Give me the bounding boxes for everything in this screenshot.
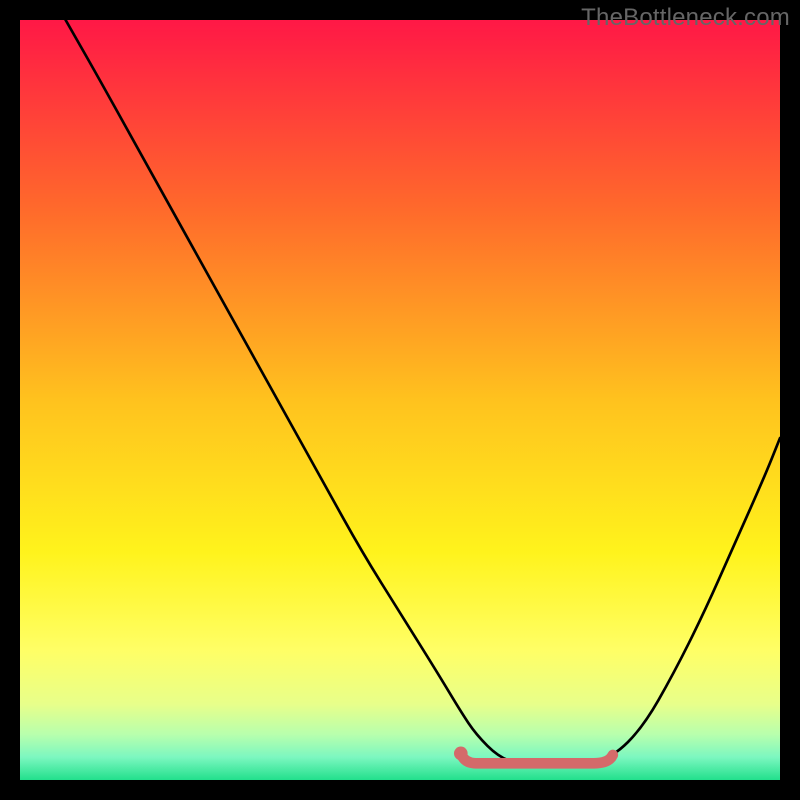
bottleneck-curve (66, 20, 780, 765)
sweet-spot-start-dot (454, 747, 468, 761)
chart-frame: TheBottleneck.com (0, 0, 800, 800)
chart-curves (20, 20, 780, 780)
plot-area (20, 20, 780, 780)
sweet-spot-marker (461, 753, 613, 763)
watermark-text: TheBottleneck.com (581, 4, 790, 32)
